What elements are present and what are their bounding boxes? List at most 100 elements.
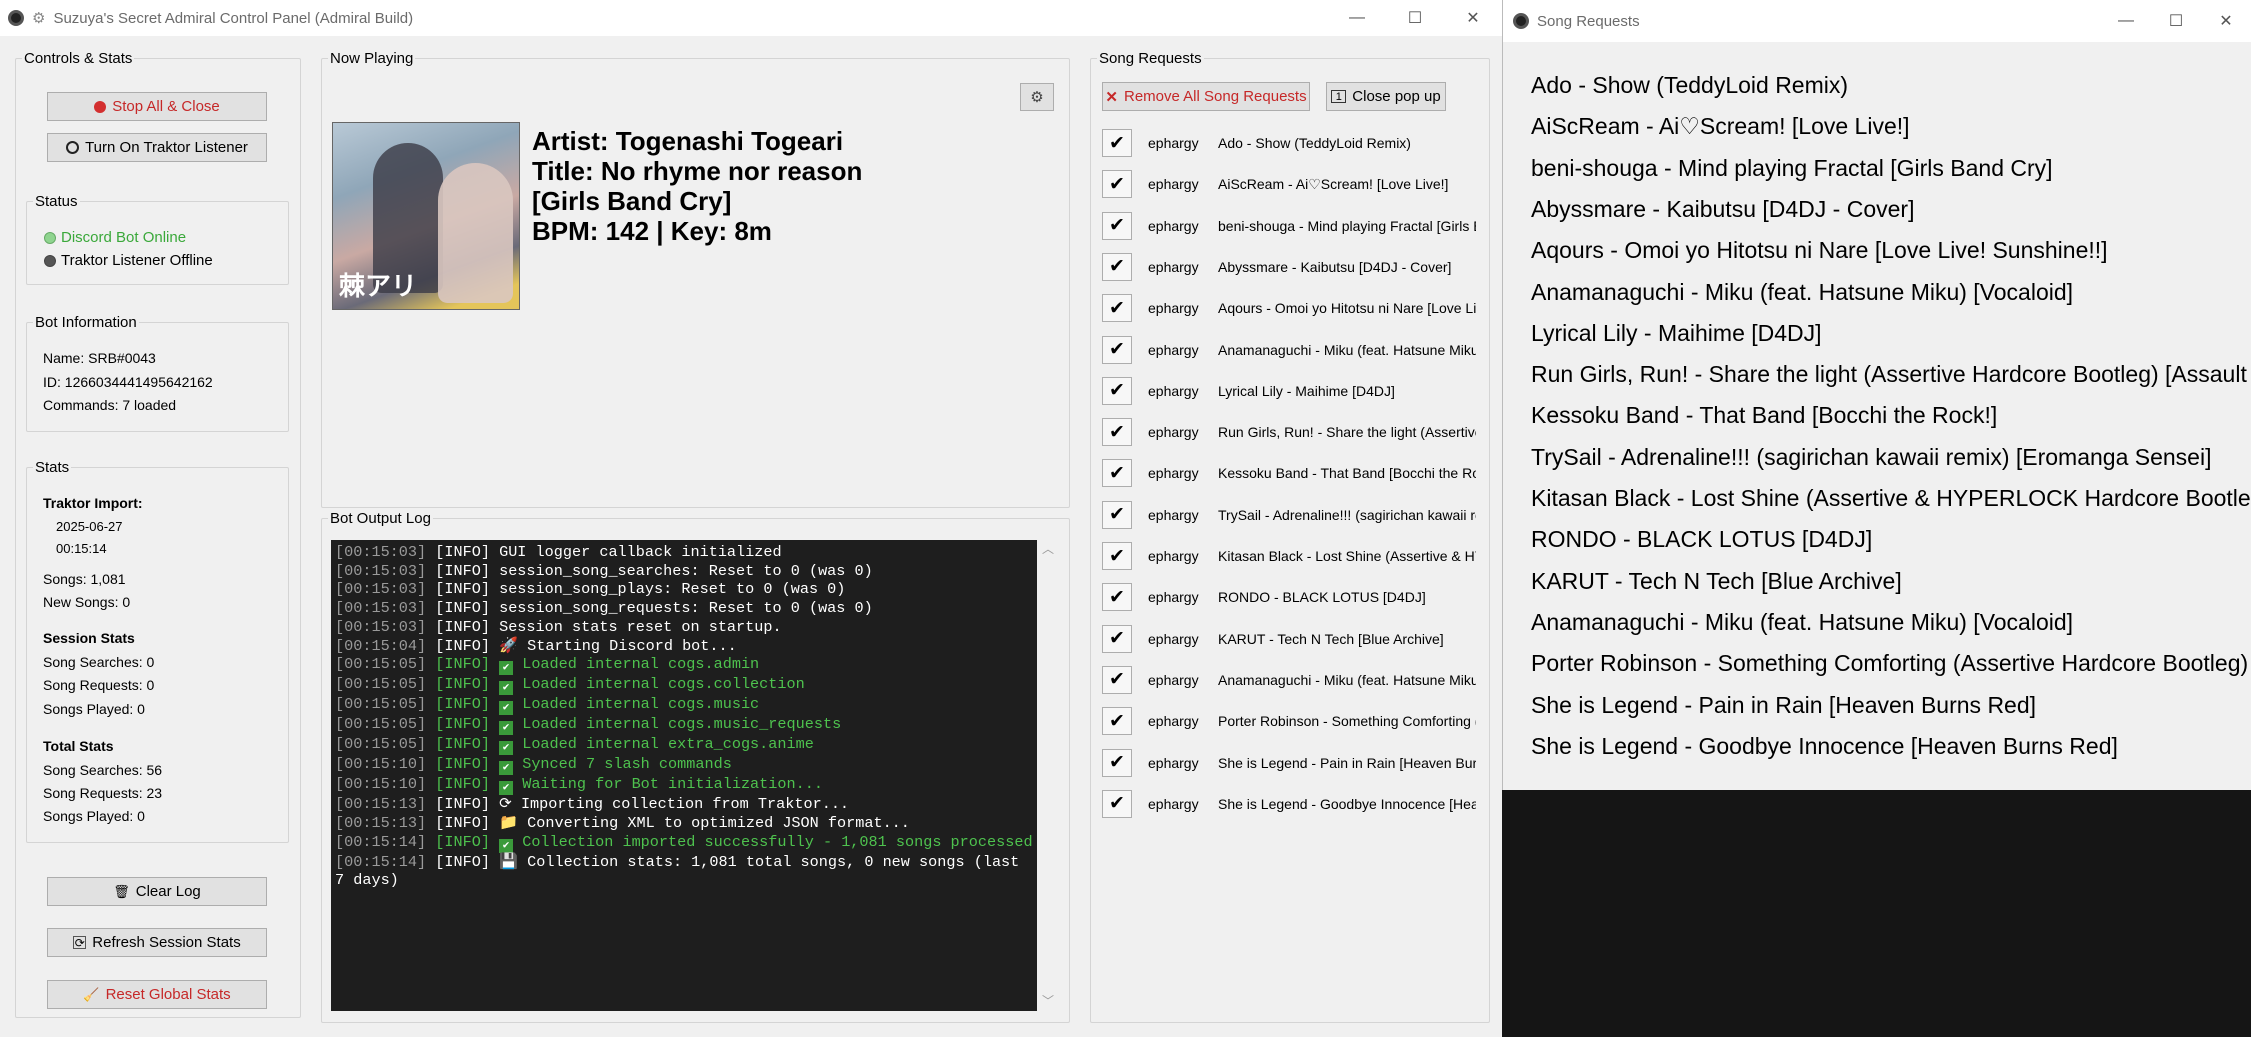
popup-minimize-button[interactable]: — — [2101, 0, 2151, 42]
traktor-listener-button[interactable]: Turn On Traktor Listener — [47, 133, 267, 162]
log-timestamp: [00:15:03] — [335, 561, 427, 580]
log-timestamp: [00:15:03] — [335, 617, 427, 636]
log-level: [INFO] — [435, 617, 490, 636]
check-icon: ✔ — [1109, 421, 1125, 443]
request-checkbox[interactable]: ✔ — [1102, 252, 1132, 281]
request-row: ✔ ephargy KARUT - Tech N Tech [Blue Archiv… — [1102, 624, 1476, 654]
request-user: ephargy — [1148, 341, 1199, 358]
request-checkbox[interactable]: ✔ — [1102, 665, 1132, 694]
stop-all-label: Stop All & Close — [112, 98, 220, 115]
request-checkbox[interactable]: ✔ — [1102, 335, 1132, 364]
log-line: [00:15:05] [INFO] ✔ Loaded internal cogs… — [335, 715, 1033, 736]
cover-figure-2 — [438, 163, 513, 303]
request-checkbox[interactable]: ✔ — [1102, 789, 1132, 818]
log-line: [00:15:10] [INFO] ✔ Synced 7 slash comma… — [335, 755, 1033, 776]
session-requests: Song Requests: 0 — [43, 677, 155, 693]
request-user: ephargy — [1148, 713, 1199, 730]
log-timestamp: [00:15:03] — [335, 543, 427, 561]
request-user: ephargy — [1148, 630, 1199, 647]
bot-id: ID: 1266034441495642162 — [43, 374, 213, 390]
check-icon: ✔ — [1109, 793, 1125, 815]
total-searches: Song Searches: 56 — [43, 762, 163, 778]
stop-all-button[interactable]: Stop All & Close — [47, 92, 267, 121]
log-line: [00:15:13] [INFO] 📁 Converting XML to op… — [335, 814, 1033, 833]
request-row: ✔ ephargy RONDO - BLACK LOTUS [D4DJ] — [1102, 582, 1476, 612]
log-line: [00:15:05] [INFO] ✔ Loaded internal extr… — [335, 735, 1033, 756]
check-icon: ✔ — [1109, 256, 1125, 278]
request-checkbox[interactable]: ✔ — [1102, 500, 1132, 529]
request-song: She is Legend - Goodbye Innocence [Heave… — [1218, 795, 1476, 812]
log-icon: 📁 — [499, 813, 518, 832]
output-log[interactable]: [00:15:03] [INFO] GUI logger callback in… — [331, 540, 1037, 1011]
check-icon: ✔ — [1109, 297, 1125, 319]
offline-dot-icon — [44, 255, 56, 267]
stats-legend: Stats — [35, 459, 70, 476]
refresh-session-button[interactable]: ⟳ Refresh Session Stats — [47, 928, 267, 957]
request-checkbox[interactable]: ✔ — [1102, 211, 1132, 240]
log-scrollbar[interactable]: ︿ ﹀ — [1037, 540, 1059, 1011]
log-line: [00:15:05] [INFO] ✔ Loaded internal cogs… — [335, 695, 1033, 716]
requests-legend: Song Requests — [1099, 50, 1202, 67]
log-line: [00:15:14] [INFO] 💾 Collection stats: 1,… — [335, 853, 1033, 890]
popup-close-button[interactable]: ✕ — [2201, 0, 2251, 42]
traktor-import-label: Traktor Import: — [43, 495, 143, 511]
log-icon: ✔ — [499, 681, 514, 696]
log-level: [INFO] — [435, 675, 490, 694]
log-timestamp: [00:15:03] — [335, 580, 427, 599]
check-icon: ✔ — [1109, 339, 1125, 360]
gear-small-icon: ⚙ — [32, 10, 46, 27]
log-message: Loaded internal extra_cogs.anime — [522, 735, 814, 754]
log-timestamp: [00:15:13] — [335, 813, 427, 832]
clear-log-button[interactable]: 🗑 Clear Log — [47, 877, 267, 906]
import-date: 2025-06-27 — [56, 519, 123, 534]
close-button[interactable]: ✕ — [1444, 0, 1502, 36]
request-checkbox[interactable]: ✔ — [1102, 170, 1132, 199]
request-checkbox[interactable]: ✔ — [1102, 376, 1132, 405]
request-row: ✔ ephargy AiScReam - Ai♡Scream! [Love Live… — [1102, 169, 1476, 199]
log-level: [INFO] — [435, 795, 490, 814]
check-icon: ✔ — [1109, 586, 1125, 608]
popup-song-item: Abyssmare - Kaibutsu [D4DJ - Cover] — [1531, 195, 1915, 222]
gear-icon: ⚙ — [1030, 89, 1044, 106]
scroll-up-icon[interactable]: ︿ — [1037, 540, 1059, 557]
request-row: ✔ ephargy Porter Robinson - Something Comf… — [1102, 706, 1476, 736]
request-song: KARUT - Tech N Tech [Blue Archive] — [1218, 630, 1444, 647]
request-checkbox[interactable]: ✔ — [1102, 583, 1132, 612]
log-line: [00:15:03] [INFO] session_song_requests:… — [335, 599, 1033, 618]
request-checkbox[interactable]: ✔ — [1102, 129, 1132, 157]
reset-global-button[interactable]: 🧹 Reset Global Stats — [47, 980, 267, 1009]
remove-all-button[interactable]: ✕ Remove All Song Requests — [1102, 82, 1310, 111]
request-checkbox[interactable]: ✔ — [1102, 748, 1132, 777]
request-row: ✔ ephargy Anamanaguchi - Miku (feat. Hatsu… — [1102, 665, 1476, 695]
request-checkbox[interactable]: ✔ — [1102, 294, 1132, 323]
log-icon: ✔ — [499, 721, 514, 736]
log-line: [00:15:03] [INFO] session_song_plays: Re… — [335, 580, 1033, 599]
request-checkbox[interactable]: ✔ — [1102, 624, 1132, 653]
check-icon: ✔ — [1109, 215, 1125, 237]
log-line: [00:15:05] [INFO] ✔ Loaded internal cogs… — [335, 675, 1033, 696]
request-checkbox[interactable]: ✔ — [1102, 418, 1132, 447]
close-popup-button[interactable]: 1 Close pop up — [1326, 82, 1446, 111]
popup-song-item: Ado - Show (TeddyLoid Remix) — [1531, 72, 1849, 98]
log-line: [00:15:14] [INFO] ✔ Collection imported … — [335, 833, 1033, 853]
request-row: ✔ ephargy She is Legend - Pain in Rain [He… — [1102, 748, 1476, 778]
settings-button[interactable]: ⚙ — [1020, 83, 1054, 111]
popup-song-item: KARUT - Tech N Tech [Blue Archive] — [1531, 567, 1902, 594]
log-line: [00:15:03] [INFO] session_song_searches:… — [335, 562, 1033, 581]
request-row: ✔ ephargy Kitasan Black - Lost Shine (Asse… — [1102, 541, 1476, 571]
popup-song-item: Porter Robinson - Something Comforting (… — [1531, 650, 2249, 677]
request-row: ✔ ephargy Aqours - Omoi yo Hitotsu ni Nare… — [1102, 293, 1476, 323]
request-checkbox[interactable]: ✔ — [1102, 459, 1132, 488]
check-icon: ✔ — [1109, 710, 1125, 732]
request-checkbox[interactable]: ✔ — [1102, 707, 1132, 736]
maximize-button[interactable]: ☐ — [1386, 0, 1444, 36]
request-checkbox[interactable]: ✔ — [1102, 542, 1132, 570]
popup-maximize-button[interactable]: ☐ — [2151, 0, 2201, 42]
check-icon: ✔ — [1109, 545, 1125, 567]
scroll-down-icon[interactable]: ﹀ — [1037, 992, 1059, 1009]
log-message: Loaded internal cogs.collection — [522, 675, 805, 694]
request-user: ephargy — [1148, 135, 1199, 151]
request-song: Ado - Show (TeddyLoid Remix) — [1218, 135, 1411, 151]
log-icon: 💾 — [499, 852, 518, 871]
minimize-button[interactable]: — — [1328, 0, 1386, 36]
